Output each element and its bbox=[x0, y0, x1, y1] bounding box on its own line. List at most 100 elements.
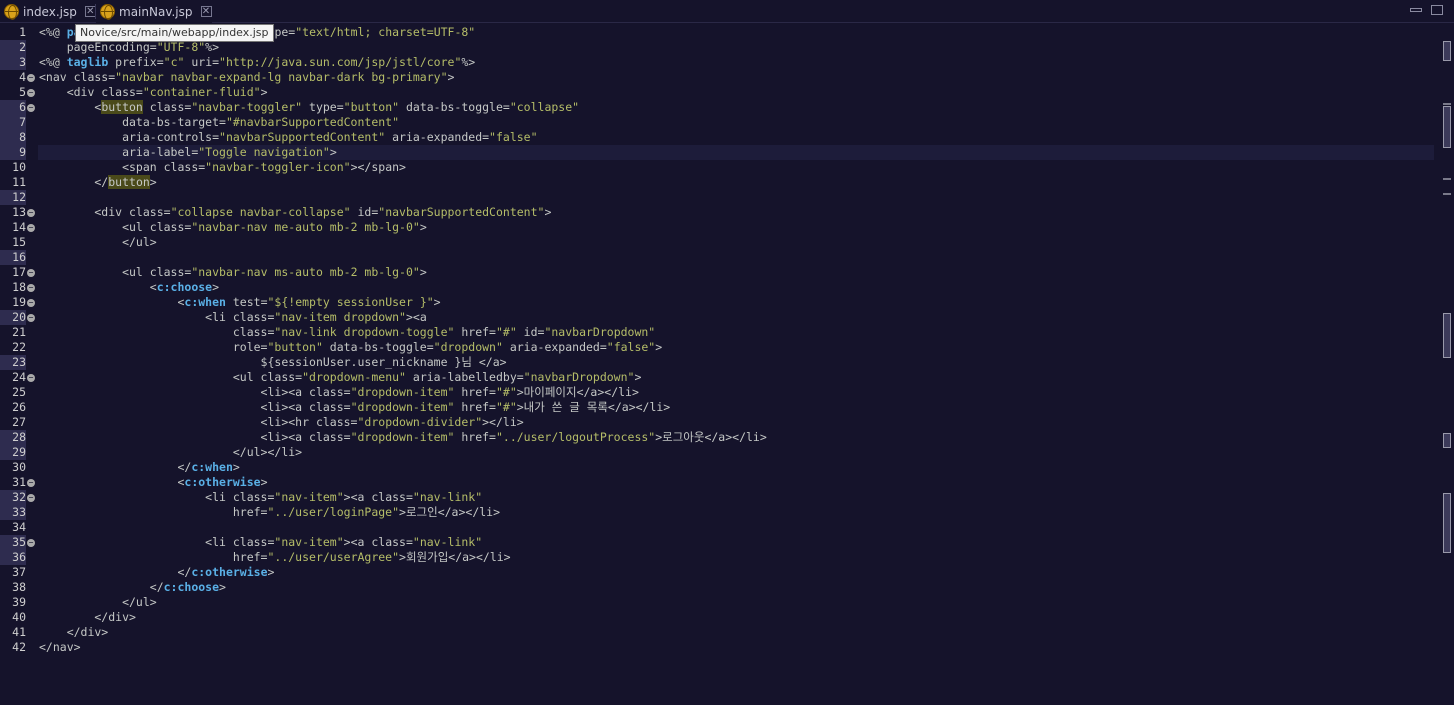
code-line[interactable]: 9 aria-label="Toggle navigation"> bbox=[0, 145, 1440, 160]
code-text[interactable]: href="../user/userAgree">회원가입</a></li> bbox=[38, 550, 1434, 565]
code-line[interactable]: 37 </c:otherwise> bbox=[0, 565, 1440, 580]
code-line[interactable]: 16 bbox=[0, 250, 1440, 265]
fold-collapse-icon[interactable]: − bbox=[27, 494, 35, 502]
code-line[interactable]: 22 role="button" data-bs-toggle="dropdow… bbox=[0, 340, 1440, 355]
code-text[interactable]: <%@ taglib prefix="c" uri="http://java.s… bbox=[38, 55, 1434, 70]
code-line[interactable]: 26 <li><a class="dropdown-item" href="#"… bbox=[0, 400, 1440, 415]
code-text[interactable]: <div class="collapse navbar-collapse" id… bbox=[38, 205, 1434, 220]
code-line[interactable]: 20− <li class="nav-item dropdown"><a bbox=[0, 310, 1440, 325]
code-line[interactable]: 32− <li class="nav-item"><a class="nav-l… bbox=[0, 490, 1440, 505]
fold-collapse-icon[interactable]: − bbox=[27, 284, 35, 292]
code-text[interactable]: <c:when test="${!empty sessionUser }"> bbox=[38, 295, 1434, 310]
code-text[interactable]: role="button" data-bs-toggle="dropdown" … bbox=[38, 340, 1434, 355]
code-text[interactable]: <li><a class="dropdown-item" href="#">내가… bbox=[38, 400, 1434, 415]
maximize-icon[interactable] bbox=[1431, 5, 1443, 15]
fold-collapse-icon[interactable]: − bbox=[27, 224, 35, 232]
code-editor[interactable]: 1<%@ page language="java" contentType="t… bbox=[0, 23, 1440, 705]
code-text[interactable]: <ul class="dropdown-menu" aria-labelledb… bbox=[38, 370, 1434, 385]
code-text[interactable]: </div> bbox=[38, 625, 1434, 640]
fold-collapse-icon[interactable]: − bbox=[27, 539, 35, 547]
code-line[interactable]: 12 bbox=[0, 190, 1440, 205]
code-text[interactable]: <span class="navbar-toggler-icon"></span… bbox=[38, 160, 1434, 175]
code-text[interactable]: <li><a class="dropdown-item" href="#">마이… bbox=[38, 385, 1434, 400]
fold-collapse-icon[interactable]: − bbox=[27, 299, 35, 307]
code-line[interactable]: 28 <li><a class="dropdown-item" href="..… bbox=[0, 430, 1440, 445]
code-text[interactable]: <li><hr class="dropdown-divider"></li> bbox=[38, 415, 1434, 430]
code-text[interactable] bbox=[38, 520, 1434, 535]
code-line[interactable]: 30 </c:when> bbox=[0, 460, 1440, 475]
code-text[interactable] bbox=[38, 250, 1434, 265]
code-line[interactable]: 31− <c:otherwise> bbox=[0, 475, 1440, 490]
fold-collapse-icon[interactable]: − bbox=[27, 74, 35, 82]
code-text[interactable]: <div class="container-fluid"> bbox=[38, 85, 1434, 100]
tab-mainnav-jsp[interactable]: mainNav.jsp ✕ bbox=[96, 0, 212, 23]
code-text[interactable]: </c:otherwise> bbox=[38, 565, 1434, 580]
code-line[interactable]: 29 </ul></li> bbox=[0, 445, 1440, 460]
code-line[interactable]: 18− <c:choose> bbox=[0, 280, 1440, 295]
code-text[interactable]: </ul></li> bbox=[38, 445, 1434, 460]
scrollbar-thumb[interactable] bbox=[1443, 41, 1451, 61]
code-line[interactable]: 24− <ul class="dropdown-menu" aria-label… bbox=[0, 370, 1440, 385]
code-line[interactable]: 13− <div class="collapse navbar-collapse… bbox=[0, 205, 1440, 220]
code-line[interactable]: 34 bbox=[0, 520, 1440, 535]
code-line[interactable]: 36 href="../user/userAgree">회원가입</a></li… bbox=[0, 550, 1440, 565]
fold-collapse-icon[interactable]: − bbox=[27, 89, 35, 97]
code-line[interactable]: 35− <li class="nav-item"><a class="nav-l… bbox=[0, 535, 1440, 550]
code-text[interactable]: <li class="nav-item"><a class="nav-link" bbox=[38, 535, 1434, 550]
code-text[interactable]: <nav class="navbar navbar-expand-lg navb… bbox=[38, 70, 1434, 85]
code-text[interactable]: </button> bbox=[38, 175, 1434, 190]
code-text[interactable]: href="../user/loginPage">로그인</a></li> bbox=[38, 505, 1434, 520]
code-text[interactable]: <button class="navbar-toggler" type="but… bbox=[38, 100, 1434, 115]
code-line[interactable]: 4− <nav class="navbar navbar-expand-lg na… bbox=[0, 70, 1440, 85]
code-line[interactable]: 27 <li><hr class="dropdown-divider"></li… bbox=[0, 415, 1440, 430]
minimize-icon[interactable] bbox=[1410, 8, 1422, 12]
code-text[interactable]: pageEncoding="UTF-8"%> bbox=[38, 40, 1434, 55]
fold-collapse-icon[interactable]: − bbox=[27, 269, 35, 277]
code-line[interactable]: 39 </ul> bbox=[0, 595, 1440, 610]
code-line[interactable]: 19− <c:when test="${!empty sessionUser }… bbox=[0, 295, 1440, 310]
code-line[interactable]: 6− <button class="navbar-toggler" type="… bbox=[0, 100, 1440, 115]
code-line[interactable]: 11 </button> bbox=[0, 175, 1440, 190]
code-text[interactable]: </div> bbox=[38, 610, 1434, 625]
code-text[interactable]: <ul class="navbar-nav ms-auto mb-2 mb-lg… bbox=[38, 265, 1434, 280]
fold-collapse-icon[interactable]: − bbox=[27, 104, 35, 112]
code-line[interactable]: 17− <ul class="navbar-nav ms-auto mb-2 m… bbox=[0, 265, 1440, 280]
code-line[interactable]: 23 ${sessionUser.user_nickname }님 </a> bbox=[0, 355, 1440, 370]
code-line[interactable]: 25 <li><a class="dropdown-item" href="#"… bbox=[0, 385, 1440, 400]
vertical-scrollbar[interactable] bbox=[1440, 23, 1454, 705]
code-text[interactable]: aria-label="Toggle navigation"> bbox=[38, 145, 1434, 160]
code-text[interactable]: </nav> bbox=[38, 640, 1434, 655]
code-line[interactable]: 5− <div class="container-fluid"> bbox=[0, 85, 1440, 100]
code-text[interactable] bbox=[38, 190, 1434, 205]
code-line[interactable]: 10 <span class="navbar-toggler-icon"></s… bbox=[0, 160, 1440, 175]
code-text[interactable]: ${sessionUser.user_nickname }님 </a> bbox=[38, 355, 1434, 370]
code-line[interactable]: 8 aria-controls="navbarSupportedContent"… bbox=[0, 130, 1440, 145]
code-line[interactable]: 14− <ul class="navbar-nav me-auto mb-2 m… bbox=[0, 220, 1440, 235]
code-text[interactable]: aria-controls="navbarSupportedContent" a… bbox=[38, 130, 1434, 145]
fold-collapse-icon[interactable]: − bbox=[27, 374, 35, 382]
code-text[interactable]: </c:choose> bbox=[38, 580, 1434, 595]
code-line[interactable]: 38 </c:choose> bbox=[0, 580, 1440, 595]
code-line[interactable]: 2 pageEncoding="UTF-8"%> bbox=[0, 40, 1440, 55]
code-line[interactable]: 7 data-bs-target="#navbarSupportedConten… bbox=[0, 115, 1440, 130]
code-text[interactable]: <li><a class="dropdown-item" href="../us… bbox=[38, 430, 1434, 445]
code-line[interactable]: 42 </nav> bbox=[0, 640, 1440, 655]
code-text[interactable]: <c:otherwise> bbox=[38, 475, 1434, 490]
code-text[interactable]: </c:when> bbox=[38, 460, 1434, 475]
code-line[interactable]: 40 </div> bbox=[0, 610, 1440, 625]
fold-collapse-icon[interactable]: − bbox=[27, 479, 35, 487]
code-text[interactable]: </ul> bbox=[38, 595, 1434, 610]
code-text[interactable]: <ul class="navbar-nav me-auto mb-2 mb-lg… bbox=[38, 220, 1434, 235]
code-text[interactable]: class="nav-link dropdown-toggle" href="#… bbox=[38, 325, 1434, 340]
code-line[interactable]: 15 </ul> bbox=[0, 235, 1440, 250]
code-line[interactable]: 41 </div> bbox=[0, 625, 1440, 640]
close-icon[interactable]: ✕ bbox=[200, 6, 212, 17]
code-line[interactable]: 3 <%@ taglib prefix="c" uri="http://java.… bbox=[0, 55, 1440, 70]
code-text[interactable]: data-bs-target="#navbarSupportedContent" bbox=[38, 115, 1434, 130]
code-line[interactable]: 21 class="nav-link dropdown-toggle" href… bbox=[0, 325, 1440, 340]
tab-index-jsp[interactable]: index.jsp ✕ bbox=[4, 0, 96, 23]
code-text[interactable]: </ul> bbox=[38, 235, 1434, 250]
code-text[interactable]: <li class="nav-item"><a class="nav-link" bbox=[38, 490, 1434, 505]
fold-collapse-icon[interactable]: − bbox=[27, 314, 35, 322]
code-line[interactable]: 33 href="../user/loginPage">로그인</a></li> bbox=[0, 505, 1440, 520]
